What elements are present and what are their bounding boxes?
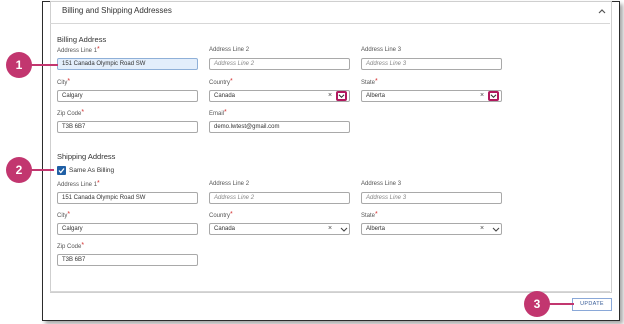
billing-address3-input[interactable]: Address Line 3 xyxy=(361,58,502,70)
same-as-billing-checkbox[interactable] xyxy=(57,166,66,175)
chevron-down-icon xyxy=(490,94,497,99)
shipping-address3-input[interactable]: Address Line 3 xyxy=(361,192,502,204)
shipping-state-select[interactable]: Alberta × xyxy=(361,223,502,235)
panel-title: Billing and Shipping Addresses xyxy=(62,6,172,15)
shipping-city-label: City* xyxy=(57,211,71,219)
billing-state-dropdown-toggle[interactable] xyxy=(488,91,499,101)
callout-badge-2: 2 xyxy=(6,157,32,183)
shipping-address2-input[interactable]: Address Line 2 xyxy=(209,192,350,204)
callout-badge-1: 1 xyxy=(6,52,32,78)
clear-icon[interactable]: × xyxy=(480,92,484,99)
clear-icon[interactable]: × xyxy=(328,92,332,99)
footer-divider xyxy=(50,291,610,292)
shipping-address1-label: Address Line 1* xyxy=(57,180,100,188)
shipping-city-input[interactable]: Calgary xyxy=(57,223,198,235)
shipping-country-label: Country* xyxy=(209,211,233,219)
billing-city-label: City* xyxy=(57,78,71,86)
billing-country-select[interactable]: Canada × xyxy=(209,90,350,102)
chevron-down-icon[interactable] xyxy=(340,226,348,233)
billing-zip-input[interactable]: T3B 6B7 xyxy=(57,121,198,133)
billing-country-dropdown-toggle[interactable] xyxy=(336,91,347,101)
callout-1-pointer xyxy=(30,64,58,66)
shipping-state-label: State* xyxy=(361,211,378,219)
billing-address1-label: Address Line 1* xyxy=(57,46,100,54)
same-as-billing-label[interactable]: Same As Billing xyxy=(69,167,114,174)
shipping-section-title: Shipping Address xyxy=(57,152,116,161)
billing-address3-label: Address Line 3 xyxy=(361,47,402,53)
billing-email-label: Email* xyxy=(209,109,227,117)
callout-2-pointer xyxy=(30,169,54,171)
billing-address2-input[interactable]: Address Line 2 xyxy=(209,58,350,70)
billing-state-select[interactable]: Alberta × xyxy=(361,90,502,102)
shipping-address1-input[interactable]: 151 Canada Olympic Road SW xyxy=(57,192,198,204)
billing-country-label: Country* xyxy=(209,78,233,86)
clear-icon[interactable]: × xyxy=(328,225,332,232)
addresses-panel xyxy=(50,1,612,293)
chevron-down-icon[interactable] xyxy=(492,226,500,233)
billing-email-input[interactable]: demo.lwtest@gmail.com xyxy=(209,121,350,133)
billing-zip-label: Zip Code* xyxy=(57,109,85,117)
callout-3-pointer xyxy=(546,303,574,305)
callout-badge-3: 3 xyxy=(524,291,550,317)
checkmark-icon xyxy=(58,168,65,174)
billing-state-label: State* xyxy=(361,78,378,86)
update-button[interactable]: UPDATE xyxy=(572,298,612,311)
shipping-zip-input[interactable]: T3B 6B7 xyxy=(57,254,198,266)
shipping-zip-label: Zip Code* xyxy=(57,242,85,250)
shipping-address2-label: Address Line 2 xyxy=(209,181,250,187)
clear-icon[interactable]: × xyxy=(480,225,484,232)
shipping-address3-label: Address Line 3 xyxy=(361,181,402,187)
chevron-up-icon[interactable] xyxy=(597,6,607,16)
billing-city-input[interactable]: Calgary xyxy=(57,90,198,102)
billing-address2-label: Address Line 2 xyxy=(209,47,250,53)
shipping-country-select[interactable]: Canada × xyxy=(209,223,350,235)
billing-section-title: Billing Address xyxy=(57,35,107,44)
chevron-down-icon xyxy=(338,94,345,99)
billing-address1-input[interactable]: 151 Canada Olympic Road SW xyxy=(57,58,198,70)
